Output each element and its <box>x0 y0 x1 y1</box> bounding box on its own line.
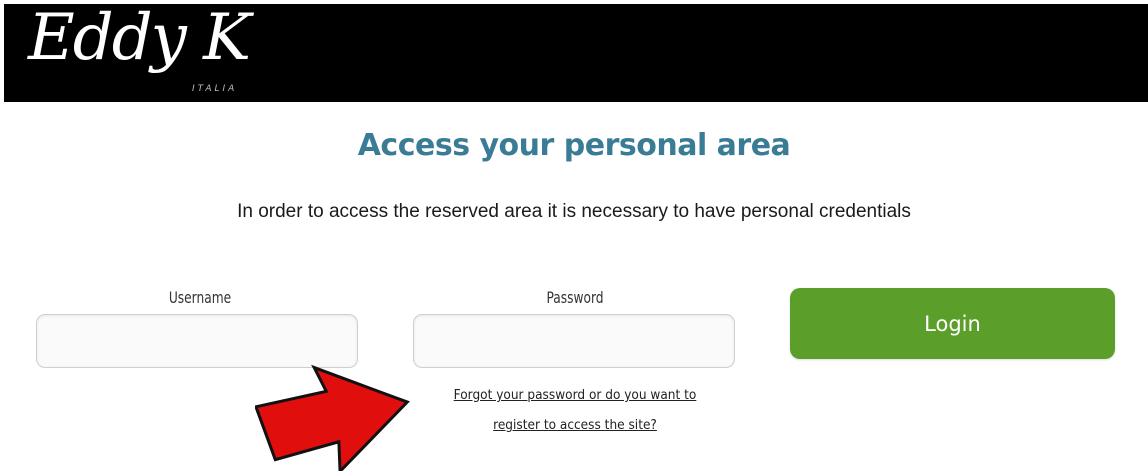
logo-text: Eddy K <box>28 1 251 75</box>
right-arrow-icon <box>255 364 410 471</box>
password-input[interactable] <box>413 314 735 368</box>
header-bar: Eddy K ITALIA <box>4 4 1148 102</box>
page-title: Access your personal area <box>357 128 791 163</box>
password-label: Password <box>546 288 604 307</box>
login-button[interactable]: Login <box>790 288 1115 359</box>
logo-subtext: ITALIA <box>192 84 238 94</box>
page: Eddy K ITALIA Access your personal area … <box>0 0 1148 471</box>
forgot-password-link[interactable]: Forgot your password or do you want to r… <box>405 380 745 440</box>
forgot-link-line-1: Forgot your password or do you want to <box>453 387 697 403</box>
forgot-link-line-2: register to access the site? <box>493 417 657 433</box>
page-subtitle: In order to access the reserved area it … <box>237 201 911 222</box>
logo[interactable]: Eddy K ITALIA <box>28 4 278 102</box>
username-label: Username <box>168 288 232 307</box>
